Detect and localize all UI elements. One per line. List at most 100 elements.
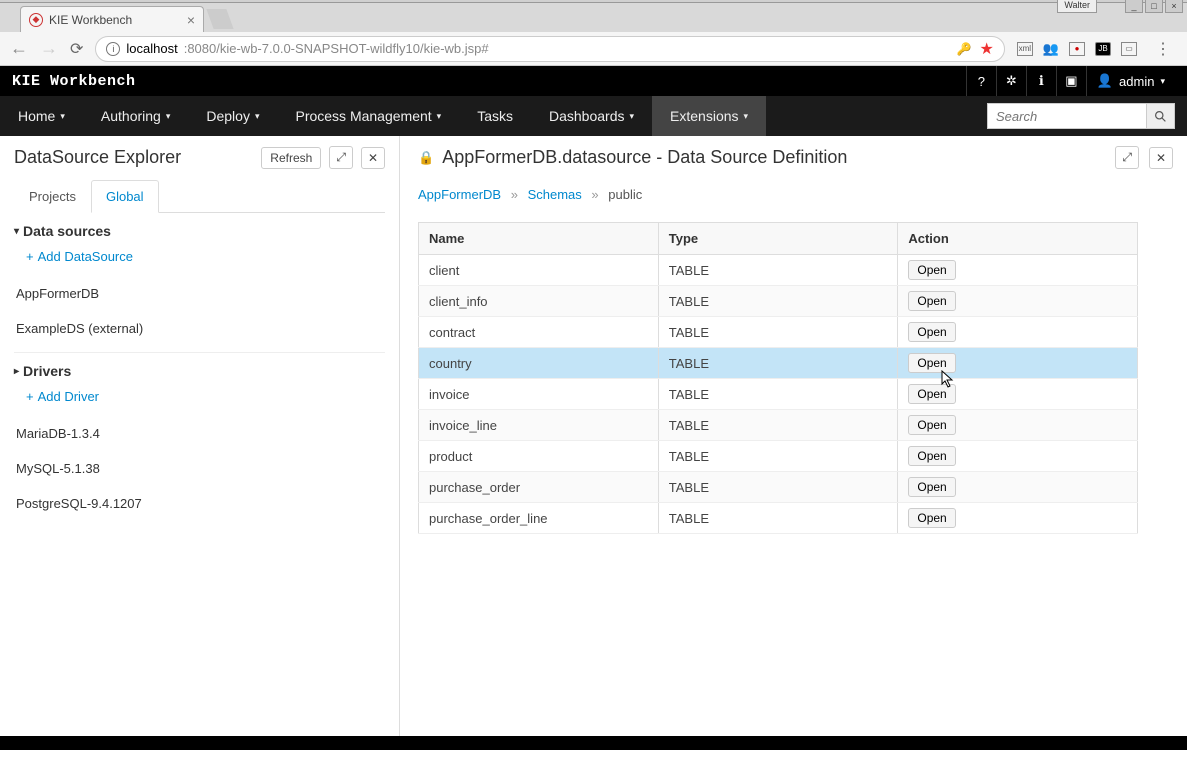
driver-item[interactable]: MariaDB-1.3.4 — [14, 416, 385, 451]
url-input[interactable]: i localhost:8080/kie-wb-7.0.0-SNAPSHOT-w… — [95, 36, 1004, 62]
datasource-item[interactable]: ExampleDS (external) — [14, 311, 385, 346]
cell-type: TABLE — [658, 410, 898, 441]
cell-name: client_info — [419, 286, 659, 317]
close-panel-button[interactable]: ✕ — [361, 147, 385, 169]
window-close[interactable]: × — [1165, 0, 1183, 13]
forward-button[interactable]: → — [40, 38, 58, 59]
refresh-button[interactable]: Refresh — [261, 147, 321, 169]
settings-gear-icon[interactable]: ✲ — [996, 66, 1026, 96]
chevron-down-icon: ▾ — [437, 111, 442, 122]
help-button[interactable]: ? — [966, 66, 996, 96]
user-menu[interactable]: 👤 admin ▾ — [1086, 66, 1175, 96]
cell-action: Open — [898, 441, 1138, 472]
open-button[interactable]: Open — [908, 353, 955, 373]
search-input[interactable] — [987, 103, 1147, 129]
cell-name: country — [419, 348, 659, 379]
nav-deploy[interactable]: Deploy▾ — [188, 96, 277, 136]
user-icon: 👤 — [1097, 73, 1113, 89]
breadcrumb-root[interactable]: AppFormerDB — [418, 187, 501, 202]
ext-icon-people[interactable]: 👥 — [1043, 41, 1059, 57]
new-tab-button[interactable] — [206, 9, 233, 29]
app-brand: KIE Workbench — [12, 73, 136, 90]
tables-grid: Name Type Action clientTABLEOpenclient_i… — [418, 222, 1138, 534]
expand-main-button[interactable]: ⤢ — [1115, 146, 1139, 169]
breadcrumb-schemas[interactable]: Schemas — [528, 187, 582, 202]
open-button[interactable]: Open — [908, 384, 955, 404]
cell-type: TABLE — [658, 379, 898, 410]
reload-button[interactable]: ⟳ — [70, 39, 83, 59]
datasources-section[interactable]: ▾ Data sources — [14, 213, 385, 243]
nav-extensions[interactable]: Extensions▾ — [652, 96, 766, 136]
browser-tab[interactable]: ◆ KIE Workbench × — [20, 6, 204, 32]
bookmark-star-icon[interactable]: ★ — [979, 39, 993, 59]
open-button[interactable]: Open — [908, 477, 955, 497]
drivers-section[interactable]: ▸ Drivers — [14, 353, 385, 383]
main-nav: Home▾Authoring▾Deploy▾Process Management… — [0, 96, 1187, 136]
site-info-icon[interactable]: i — [106, 42, 120, 56]
ext-icon-1[interactable]: xml — [1017, 42, 1033, 56]
cell-action: Open — [898, 503, 1138, 534]
search-button[interactable] — [1147, 103, 1175, 129]
table-row: countryTABLEOpen — [419, 348, 1138, 379]
chevron-down-icon: ▾ — [630, 111, 635, 122]
table-row: productTABLEOpen — [419, 441, 1138, 472]
ext-icon-record[interactable]: ● — [1069, 42, 1085, 56]
main-title: AppFormerDB.datasource - Data Source Def… — [442, 147, 1107, 168]
back-button[interactable]: ← — [10, 38, 28, 59]
password-key-icon[interactable]: 🔑 — [957, 42, 972, 56]
cell-name: purchase_order_line — [419, 503, 659, 534]
table-row: clientTABLEOpen — [419, 255, 1138, 286]
ext-icon-frame[interactable]: ▭ — [1121, 42, 1137, 56]
driver-item[interactable]: MySQL-5.1.38 — [14, 451, 385, 486]
tab-projects[interactable]: Projects — [14, 180, 91, 213]
main-panel: 🔒 AppFormerDB.datasource - Data Source D… — [400, 136, 1187, 736]
table-row: contractTABLEOpen — [419, 317, 1138, 348]
tab-close-icon[interactable]: × — [187, 12, 195, 28]
col-action: Action — [898, 223, 1138, 255]
open-button[interactable]: Open — [908, 291, 955, 311]
extension-icons: xml 👥 ● JB ▭ — [1017, 41, 1137, 57]
breadcrumb: AppFormerDB » Schemas » public — [418, 179, 1173, 216]
window-titlebar: Walter _ □ × — [0, 0, 1187, 3]
open-button[interactable]: Open — [908, 446, 955, 466]
open-button[interactable]: Open — [908, 260, 955, 280]
cell-action: Open — [898, 379, 1138, 410]
col-type: Type — [658, 223, 898, 255]
sidebar-title: DataSource Explorer — [14, 147, 255, 168]
user-label: admin — [1119, 74, 1154, 89]
chevron-down-icon: ▾ — [255, 111, 260, 122]
cell-name: client — [419, 255, 659, 286]
url-path: :8080/kie-wb-7.0.0-SNAPSHOT-wildfly10/ki… — [184, 41, 489, 56]
plus-icon: + — [26, 389, 34, 404]
chevron-down-icon: ▾ — [166, 111, 171, 122]
add-datasource-link[interactable]: + Add DataSource — [14, 243, 385, 276]
window-maximize[interactable]: □ — [1145, 0, 1163, 13]
add-driver-link[interactable]: + Add Driver — [14, 383, 385, 416]
app-topbar: KIE Workbench ? ✲ ℹ ▣ 👤 admin ▾ — [0, 66, 1187, 96]
nav-process-management[interactable]: Process Management▾ — [277, 96, 459, 136]
nav-dashboards[interactable]: Dashboards▾ — [531, 96, 652, 136]
section-label: Drivers — [23, 363, 71, 379]
lock-icon: 🔒 — [418, 150, 434, 166]
cell-action: Open — [898, 348, 1138, 379]
table-row: client_infoTABLEOpen — [419, 286, 1138, 317]
expand-button[interactable]: ⤢ — [329, 146, 353, 169]
browser-tab-title: KIE Workbench — [49, 13, 132, 27]
breadcrumb-sep: » — [591, 187, 598, 202]
datasource-item[interactable]: AppFormerDB — [14, 276, 385, 311]
open-button[interactable]: Open — [908, 508, 955, 528]
window-minimize[interactable]: _ — [1125, 0, 1143, 13]
camera-icon[interactable]: ▣ — [1056, 66, 1086, 96]
nav-tasks[interactable]: Tasks — [459, 96, 531, 136]
info-icon[interactable]: ℹ — [1026, 66, 1056, 96]
tab-global[interactable]: Global — [91, 180, 159, 213]
nav-home[interactable]: Home▾ — [0, 96, 83, 136]
nav-authoring[interactable]: Authoring▾ — [83, 96, 188, 136]
table-row: purchase_order_lineTABLEOpen — [419, 503, 1138, 534]
driver-item[interactable]: PostgreSQL-9.4.1207 — [14, 486, 385, 521]
browser-menu-icon[interactable]: ⋮ — [1149, 39, 1177, 59]
close-main-button[interactable]: ✕ — [1149, 147, 1173, 169]
ext-icon-jb[interactable]: JB — [1095, 42, 1111, 56]
open-button[interactable]: Open — [908, 322, 955, 342]
open-button[interactable]: Open — [908, 415, 955, 435]
